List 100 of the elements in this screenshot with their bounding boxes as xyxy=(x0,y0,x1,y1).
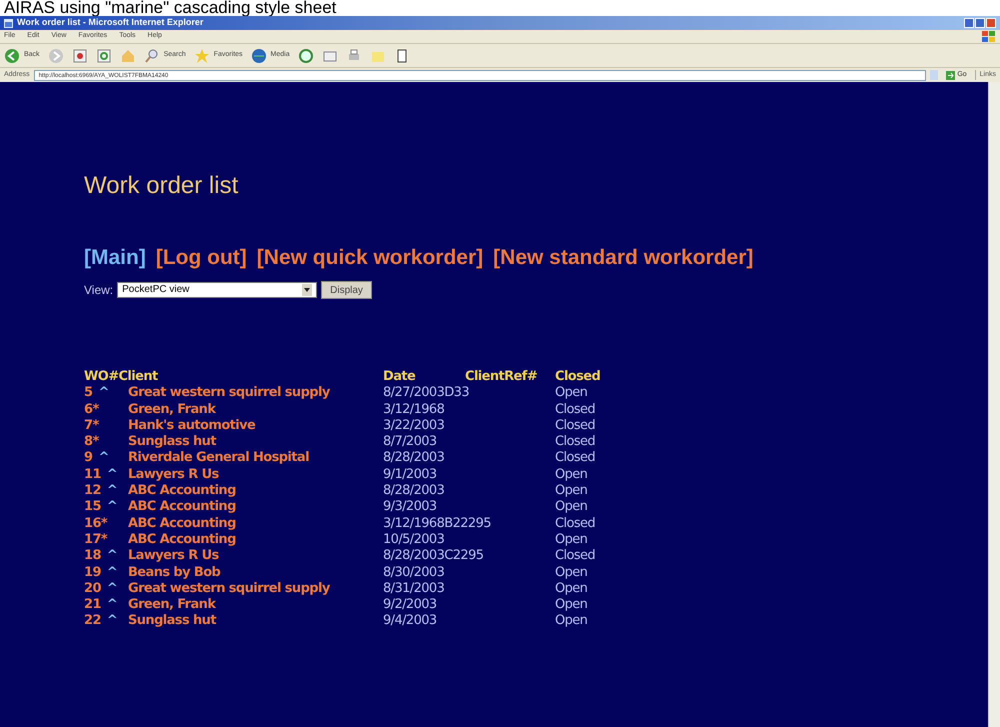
column-header: WO# xyxy=(84,369,118,386)
date-cell: 8/31/2003 xyxy=(383,580,444,598)
status-cell-text: Open xyxy=(555,564,588,581)
client-link[interactable]: Sunglass hut xyxy=(128,613,383,630)
date-cell: 3/22/2003 xyxy=(383,418,444,434)
column-header: ClientRef# xyxy=(465,369,538,386)
scrollbar[interactable] xyxy=(988,82,1000,727)
date-cell: 9/4/2003 xyxy=(383,613,437,630)
asterisk-mark: * xyxy=(92,418,99,434)
date-cell: 8/28/2003 xyxy=(383,483,444,500)
date-cell: 8/27/2003 xyxy=(383,385,444,402)
caret-link[interactable]: ^ xyxy=(98,450,109,467)
column-header: Closed xyxy=(555,369,602,386)
nav-link[interactable]: [New quick workorder] xyxy=(256,245,484,271)
caret-link[interactable]: ^ xyxy=(106,466,118,484)
client-link[interactable]: Sunglass hut xyxy=(128,434,383,450)
date-cell: 3/12/1968 xyxy=(383,516,444,532)
client-link[interactable]: Beans by Bob xyxy=(128,564,383,581)
caption: AIRAS using "marine" cascading style sheet xyxy=(3,0,338,16)
status-cell-text: Open xyxy=(555,532,588,548)
asterisk-mark: * xyxy=(100,516,108,532)
status-cell-text: Closed xyxy=(555,418,596,434)
caret-link[interactable]: ^ xyxy=(106,548,118,565)
client-link[interactable]: Lawyers R Us xyxy=(128,548,383,565)
client-link[interactable]: Hank's automotive xyxy=(128,418,383,434)
display-button[interactable]: Display xyxy=(321,281,372,299)
client-link[interactable]: ABC Accounting xyxy=(128,532,383,548)
date-cell: 8/7/2003 xyxy=(383,434,437,450)
status-cell-text: Closed xyxy=(555,402,596,418)
wo-number: 6 xyxy=(84,402,92,418)
client-link[interactable]: Green, Frank xyxy=(128,597,383,614)
status-cell-text: Closed xyxy=(555,450,596,467)
view-select[interactable]: PocketPC view xyxy=(117,282,318,298)
wo-number: 22 xyxy=(84,613,101,630)
client-link[interactable]: Lawyers R Us xyxy=(128,466,383,484)
maximize-button[interactable] xyxy=(975,18,985,28)
page-heading: Work order list xyxy=(84,172,240,200)
client-link[interactable]: Great western squirrel supply xyxy=(128,385,383,402)
caret-link[interactable]: ^ xyxy=(106,564,118,581)
column-header: Date xyxy=(383,369,416,386)
status-cell-text: Open xyxy=(555,597,588,614)
minimize-button[interactable] xyxy=(964,18,974,28)
status-cell-text: Closed xyxy=(555,548,596,565)
client-link[interactable]: ABC Accounting xyxy=(128,516,383,532)
stop-button[interactable] xyxy=(72,48,88,64)
caret-link[interactable]: ^ xyxy=(106,597,118,614)
windows-logo-icon xyxy=(982,30,996,42)
window-title: Work order list - Microsoft Internet Explorer xyxy=(17,16,204,30)
stop-icon xyxy=(72,48,88,64)
nav-link[interactable]: [New standard workorder] xyxy=(493,245,754,271)
caret-link[interactable]: ^ xyxy=(106,483,118,500)
wo-number: 15 xyxy=(84,499,101,516)
status-cell-text: Open xyxy=(555,580,588,598)
client-link[interactable]: ABC Accounting xyxy=(128,499,383,516)
wo-number: 19 xyxy=(84,564,101,581)
asterisk-mark: * xyxy=(100,532,108,548)
wo-number: 16 xyxy=(84,516,101,532)
browser-icon xyxy=(4,18,13,28)
close-button[interactable] xyxy=(986,18,996,28)
status-cell-text: Open xyxy=(555,613,588,630)
refresh-icon xyxy=(96,48,112,64)
wo-number: 7 xyxy=(84,418,92,434)
status-cell-text: Closed xyxy=(555,516,596,532)
nav-link[interactable]: [Main] xyxy=(84,245,146,271)
wo-number: 12 xyxy=(84,483,101,500)
wo-number: 21 xyxy=(84,597,101,614)
date-cell: 8/28/2003 xyxy=(383,450,444,467)
status-cell-text: Closed xyxy=(555,434,596,450)
refresh-button[interactable] xyxy=(96,48,112,64)
wo-number: 11 xyxy=(84,466,101,484)
history-button[interactable] xyxy=(298,48,314,64)
wo-number: 18 xyxy=(84,548,101,565)
nav-link[interactable]: [Log out] xyxy=(156,245,247,271)
wo-number: 9 xyxy=(84,450,92,467)
date-cell: 10/5/2003 xyxy=(383,532,444,548)
client-link[interactable]: Riverdale General Hospital xyxy=(128,450,383,467)
status-cell-text: Open xyxy=(555,385,588,402)
client-ref-cell: D33 xyxy=(444,385,470,402)
date-cell: 9/1/2003 xyxy=(383,466,437,484)
date-cell: 8/28/2003 xyxy=(383,548,444,565)
asterisk-mark: * xyxy=(92,402,99,418)
caret-link[interactable]: ^ xyxy=(106,499,118,516)
caret-link[interactable]: ^ xyxy=(106,580,118,598)
globe-icon xyxy=(250,48,267,64)
go-arrow-icon xyxy=(946,70,956,80)
caret-link[interactable]: ^ xyxy=(98,385,109,402)
wo-number: 17 xyxy=(84,532,101,548)
client-link[interactable]: Great western squirrel supply xyxy=(128,580,383,598)
asterisk-mark: * xyxy=(92,434,99,450)
client-link[interactable]: ABC Accounting xyxy=(128,483,383,500)
clock-icon xyxy=(298,48,314,64)
caret-link[interactable]: ^ xyxy=(106,613,118,630)
client-link[interactable]: Green, Frank xyxy=(128,402,383,418)
status-cell-text: Open xyxy=(555,499,588,516)
wo-number: 8 xyxy=(84,434,92,450)
client-ref-cell: B22295 xyxy=(444,516,491,532)
wo-number: 5 xyxy=(84,385,92,402)
status-cell-text: Open xyxy=(555,466,588,484)
house-icon xyxy=(120,48,136,64)
search-icon xyxy=(144,48,160,64)
